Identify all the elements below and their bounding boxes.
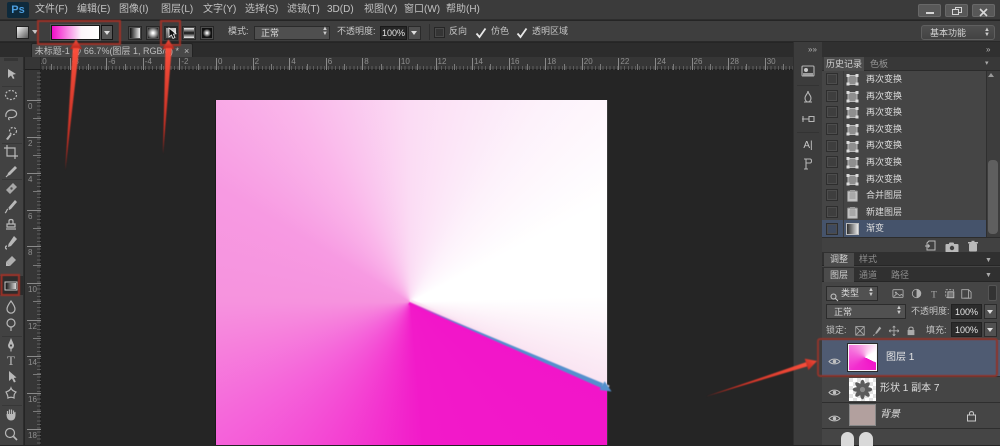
- svg-text:A|: A|: [803, 140, 812, 151]
- svg-text:T: T: [931, 290, 937, 299]
- svg-text:T: T: [7, 353, 15, 368]
